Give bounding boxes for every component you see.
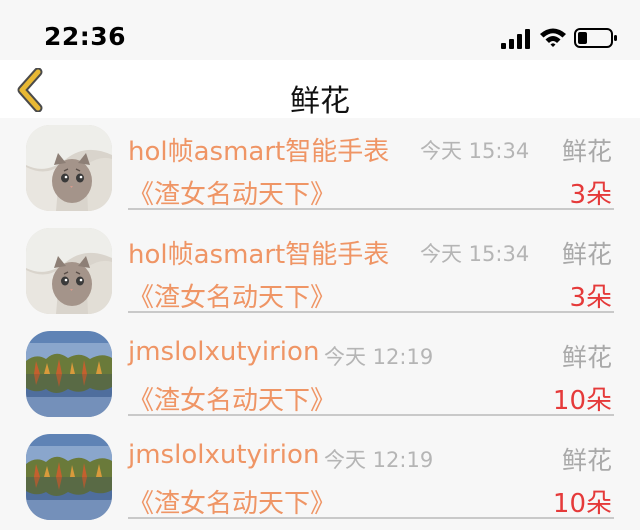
username: jmslolxutyirion (128, 440, 320, 470)
lake-avatar (26, 331, 112, 417)
nav-bar: 鲜花 (0, 60, 640, 119)
username: hol帧asmart智能手表 (128, 137, 390, 167)
book-title[interactable]: 《渣女名动天下》 (128, 483, 336, 520)
timestamp: 今天 15:34 (420, 139, 530, 163)
wifi-icon (540, 28, 566, 47)
divider (128, 517, 614, 519)
gift-type: 鲜花 (561, 137, 612, 166)
lake-avatar (26, 434, 112, 520)
battery-icon (574, 28, 617, 48)
username: hol帧asmart智能手表 (128, 240, 390, 270)
divider (128, 208, 614, 210)
timestamp: 今天 15:34 (420, 242, 530, 266)
gift-amount: 10朵 (552, 386, 612, 416)
list-item[interactable]: jmslolxutyirion 今天 12:19 鲜花 《渣女名动天下》 10朵 (0, 324, 640, 427)
kitten-avatar (26, 228, 112, 314)
username: jmslolxutyirion (128, 337, 320, 367)
signal-icon (501, 29, 530, 49)
list-item[interactable]: hol帧asmart智能手表 今天 15:34 鲜花 《渣女名动天下》 3朵 (0, 221, 640, 324)
gift-type: 鲜花 (561, 240, 612, 269)
timestamp: 今天 12:19 (324, 345, 434, 369)
book-title[interactable]: 《渣女名动天下》 (128, 277, 336, 314)
list-item[interactable]: jmslolxutyirion 今天 12:19 鲜花 《渣女名动天下》 10朵 (0, 427, 640, 530)
gift-type: 鲜花 (561, 343, 612, 372)
book-title[interactable]: 《渣女名动天下》 (128, 174, 336, 211)
gift-amount: 3朵 (569, 180, 612, 210)
gift-type: 鲜花 (561, 446, 612, 475)
status-time: 22:36 (44, 22, 127, 51)
divider (128, 414, 614, 416)
list-item[interactable]: hol帧asmart智能手表 今天 15:34 鲜花 《渣女名动天下》 3朵 (0, 118, 640, 221)
divider (128, 311, 614, 313)
kitten-avatar (26, 125, 112, 211)
status-bar: 22:36 (0, 0, 640, 60)
timestamp: 今天 12:19 (324, 448, 434, 472)
gift-amount: 10朵 (552, 489, 612, 519)
page-title: 鲜花 (290, 84, 350, 119)
gift-amount: 3朵 (569, 283, 612, 313)
book-title[interactable]: 《渣女名动天下》 (128, 380, 336, 417)
gift-list: hol帧asmart智能手表 今天 15:34 鲜花 《渣女名动天下》 3朵 h… (0, 118, 640, 530)
